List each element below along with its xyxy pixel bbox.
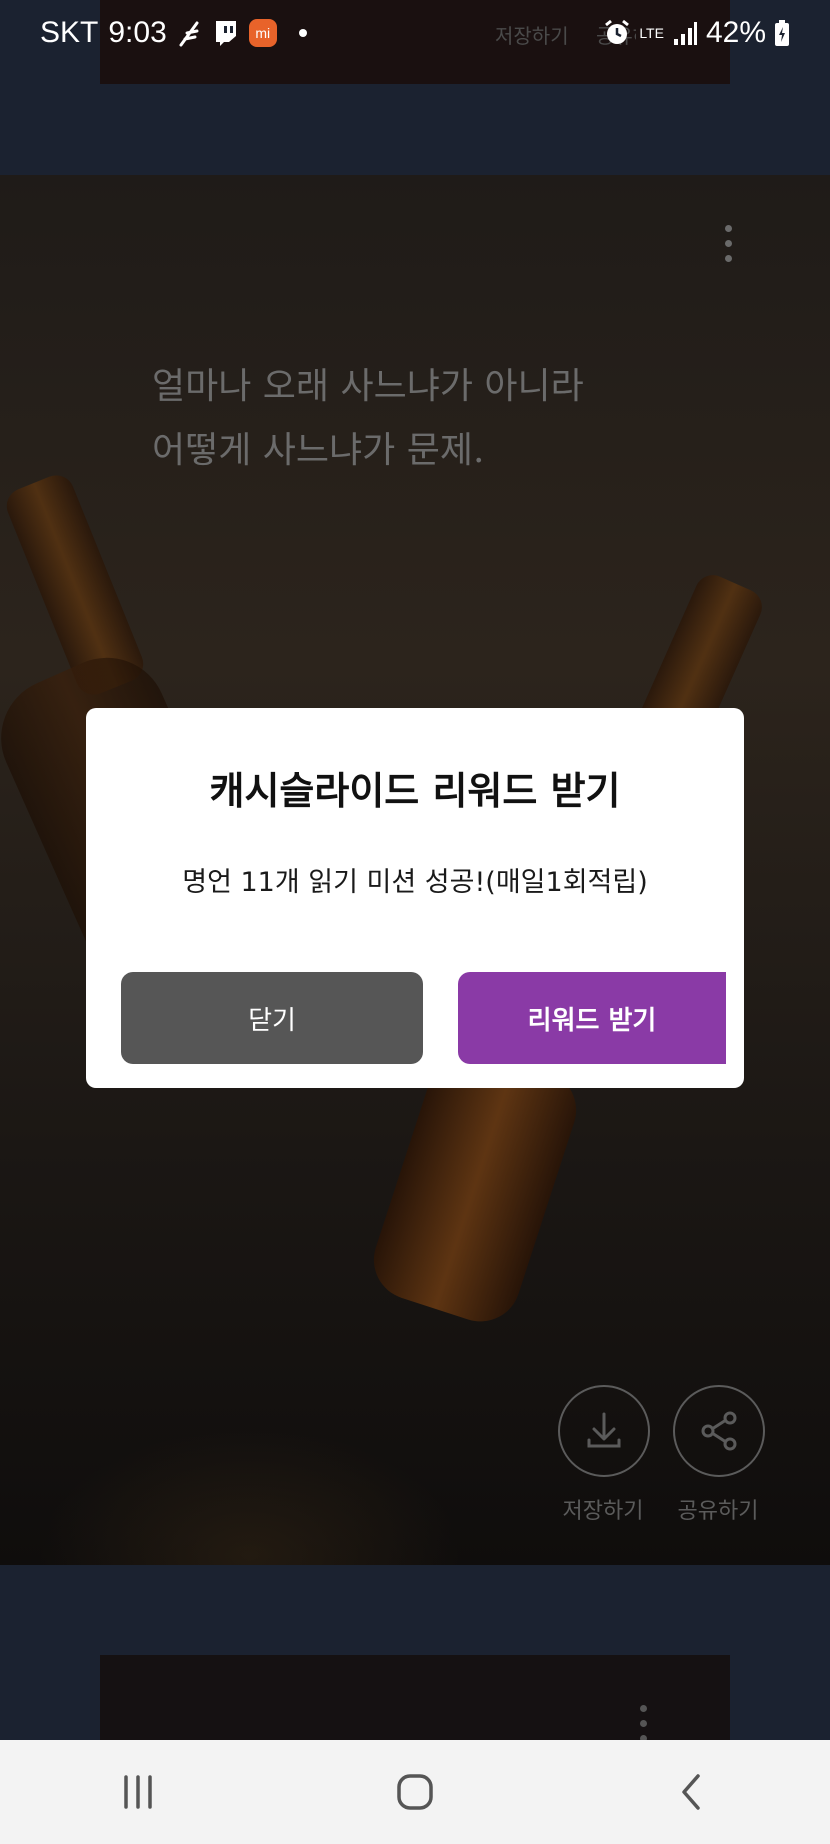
carrier-label: SKT [40, 16, 99, 49]
dialog-message: 명언 11개 읽기 미션 성공!(매일1회적립) [182, 867, 648, 898]
reward-dialog: 캐시슬라이드 리워드 받기 명언 11개 읽기 미션 성공!(매일1회적립) 닫… [86, 708, 744, 1088]
recent-apps-icon[interactable] [78, 1752, 198, 1832]
back-icon[interactable] [632, 1752, 752, 1832]
twitch-icon [213, 19, 239, 47]
share-icon [701, 1411, 737, 1451]
share-button[interactable] [673, 1385, 765, 1477]
get-reward-button[interactable]: 리워드 받기 [458, 972, 726, 1064]
notification-dot-icon [298, 29, 307, 37]
feather-icon [177, 19, 203, 47]
lte-icon: LTE [639, 25, 664, 41]
next-card-fragment [100, 1655, 730, 1745]
share-label: 공유하기 [677, 1499, 759, 1524]
battery-icon [774, 19, 790, 47]
status-bar: SKT 9:03 mi LTE 42% [0, 0, 830, 66]
quote-text: 얼마나 오래 사느냐가 아니라 어떻게 사느냐가 문제. [152, 366, 584, 471]
save-label: 저장하기 [562, 1499, 644, 1524]
close-button[interactable]: 닫기 [121, 972, 423, 1064]
app-badge-icon: mi [248, 19, 277, 47]
next-card-more-icon[interactable] [640, 1705, 647, 1742]
save-button[interactable] [558, 1385, 650, 1477]
alarm-icon [603, 19, 631, 47]
system-navigation-bar [0, 1740, 830, 1844]
more-options-icon[interactable] [722, 225, 734, 262]
battery-percentage: 42% [705, 16, 766, 49]
signal-icon [672, 20, 698, 46]
download-icon [587, 1412, 621, 1448]
home-icon[interactable] [355, 1752, 475, 1832]
clock: 9:03 [108, 16, 167, 49]
dialog-title: 캐시슬라이드 리워드 받기 [209, 769, 621, 813]
